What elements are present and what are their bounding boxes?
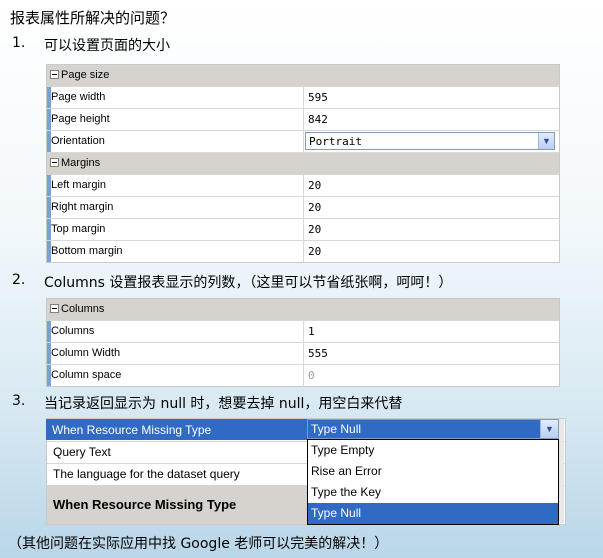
right-margin-value[interactable]: 20: [308, 201, 321, 214]
property-row-top-margin[interactable]: Top margin 20: [47, 219, 559, 241]
item-3-text: 当记录返回显示为 null 时，想要去掉 null，用空白来代替: [44, 396, 403, 412]
property-row-right-margin[interactable]: Right margin 20: [47, 197, 559, 219]
page-height-value[interactable]: 842: [308, 113, 328, 126]
left-margin-value[interactable]: 20: [308, 179, 321, 192]
property-label: Top margin: [51, 223, 106, 235]
chevron-down-icon[interactable]: ▼: [538, 133, 554, 149]
item-1-text: 可以设置页面的大小: [44, 38, 170, 54]
columns-properties-grid: Columns Columns 1 Column Width 555 Colum…: [46, 298, 560, 387]
item-2-number: 2.: [12, 272, 26, 288]
description-title: When Resource Missing Type: [53, 497, 237, 512]
property-row-column-width[interactable]: Column Width 555: [47, 343, 559, 365]
category-columns[interactable]: Columns: [47, 299, 559, 321]
property-label: When Resource Missing Type: [52, 423, 212, 437]
chevron-down-icon[interactable]: ▼: [540, 420, 558, 438]
property-row-left-margin[interactable]: Left margin 20: [47, 175, 559, 197]
category-label: Columns: [61, 303, 105, 315]
property-row-missing-type[interactable]: When Resource Missing Type: [46, 419, 308, 440]
category-page-size[interactable]: Page size: [47, 65, 559, 87]
missing-type-select[interactable]: Type Null ▼: [307, 419, 559, 439]
item-1-number: 1.: [12, 35, 26, 51]
dropdown-option-rise-an-error[interactable]: Rise an Error: [308, 461, 558, 482]
property-label: Page height: [51, 113, 110, 125]
property-label: Left margin: [51, 179, 107, 191]
item-3-number: 3.: [12, 393, 26, 409]
page-properties-grid: Page size Page width 595 Page height 842…: [46, 64, 560, 263]
scrollbar[interactable]: [559, 419, 564, 523]
bottom-margin-value[interactable]: 20: [308, 245, 321, 258]
collapse-icon[interactable]: [50, 70, 59, 79]
collapse-icon[interactable]: [50, 304, 59, 313]
property-label: Columns: [51, 325, 95, 337]
collapse-icon[interactable]: [50, 158, 59, 167]
property-label: Right margin: [51, 201, 114, 213]
columns-value[interactable]: 1: [308, 325, 315, 338]
property-label: Orientation: [51, 135, 105, 147]
missing-type-selected-value: Type Null: [308, 420, 540, 438]
property-label: Query Text: [53, 445, 111, 459]
item-2-text: Columns 设置报表显示的列数，（这里可以节省纸张啊，呵呵！）: [44, 275, 453, 291]
property-label: Bottom margin: [51, 245, 123, 257]
property-label: The language for the dataset query: [53, 467, 240, 481]
column-space-value[interactable]: 0: [308, 369, 315, 382]
column-width-value[interactable]: 555: [308, 347, 328, 360]
dropdown-option-type-null[interactable]: Type Null: [308, 503, 558, 524]
property-row-orientation[interactable]: Orientation Portrait ▼: [47, 131, 559, 153]
footer-note: （其他问题在实际应用中找 Google 老师可以完美的解决！）: [8, 536, 389, 552]
property-label: Column Width: [51, 347, 121, 359]
property-row-column-space[interactable]: Column space 0: [47, 365, 559, 386]
orientation-selected-value: Portrait: [309, 135, 362, 148]
description-panel: When Resource Missing Type: [47, 485, 309, 524]
category-label: Margins: [61, 157, 101, 169]
top-margin-value[interactable]: 20: [308, 223, 321, 236]
dropdown-option-type-the-key[interactable]: Type the Key: [308, 482, 558, 503]
dropdown-option-type-empty[interactable]: Type Empty: [308, 440, 558, 461]
property-label: Column space: [51, 369, 122, 381]
category-label: Page size: [61, 69, 110, 81]
property-row-bottom-margin[interactable]: Bottom margin 20: [47, 241, 559, 262]
property-row-page-height[interactable]: Page height 842: [47, 109, 559, 131]
category-margins[interactable]: Margins: [47, 153, 559, 175]
page-width-value[interactable]: 595: [308, 91, 328, 104]
orientation-select[interactable]: Portrait ▼: [305, 132, 555, 150]
property-label: Page width: [51, 91, 106, 103]
property-row-columns[interactable]: Columns 1: [47, 321, 559, 343]
missing-type-dropdown-list: Type Empty Rise an Error Type the Key Ty…: [307, 439, 559, 525]
page-heading: 报表属性所解决的问题？: [10, 9, 176, 27]
property-row-page-width[interactable]: Page width 595: [47, 87, 559, 109]
